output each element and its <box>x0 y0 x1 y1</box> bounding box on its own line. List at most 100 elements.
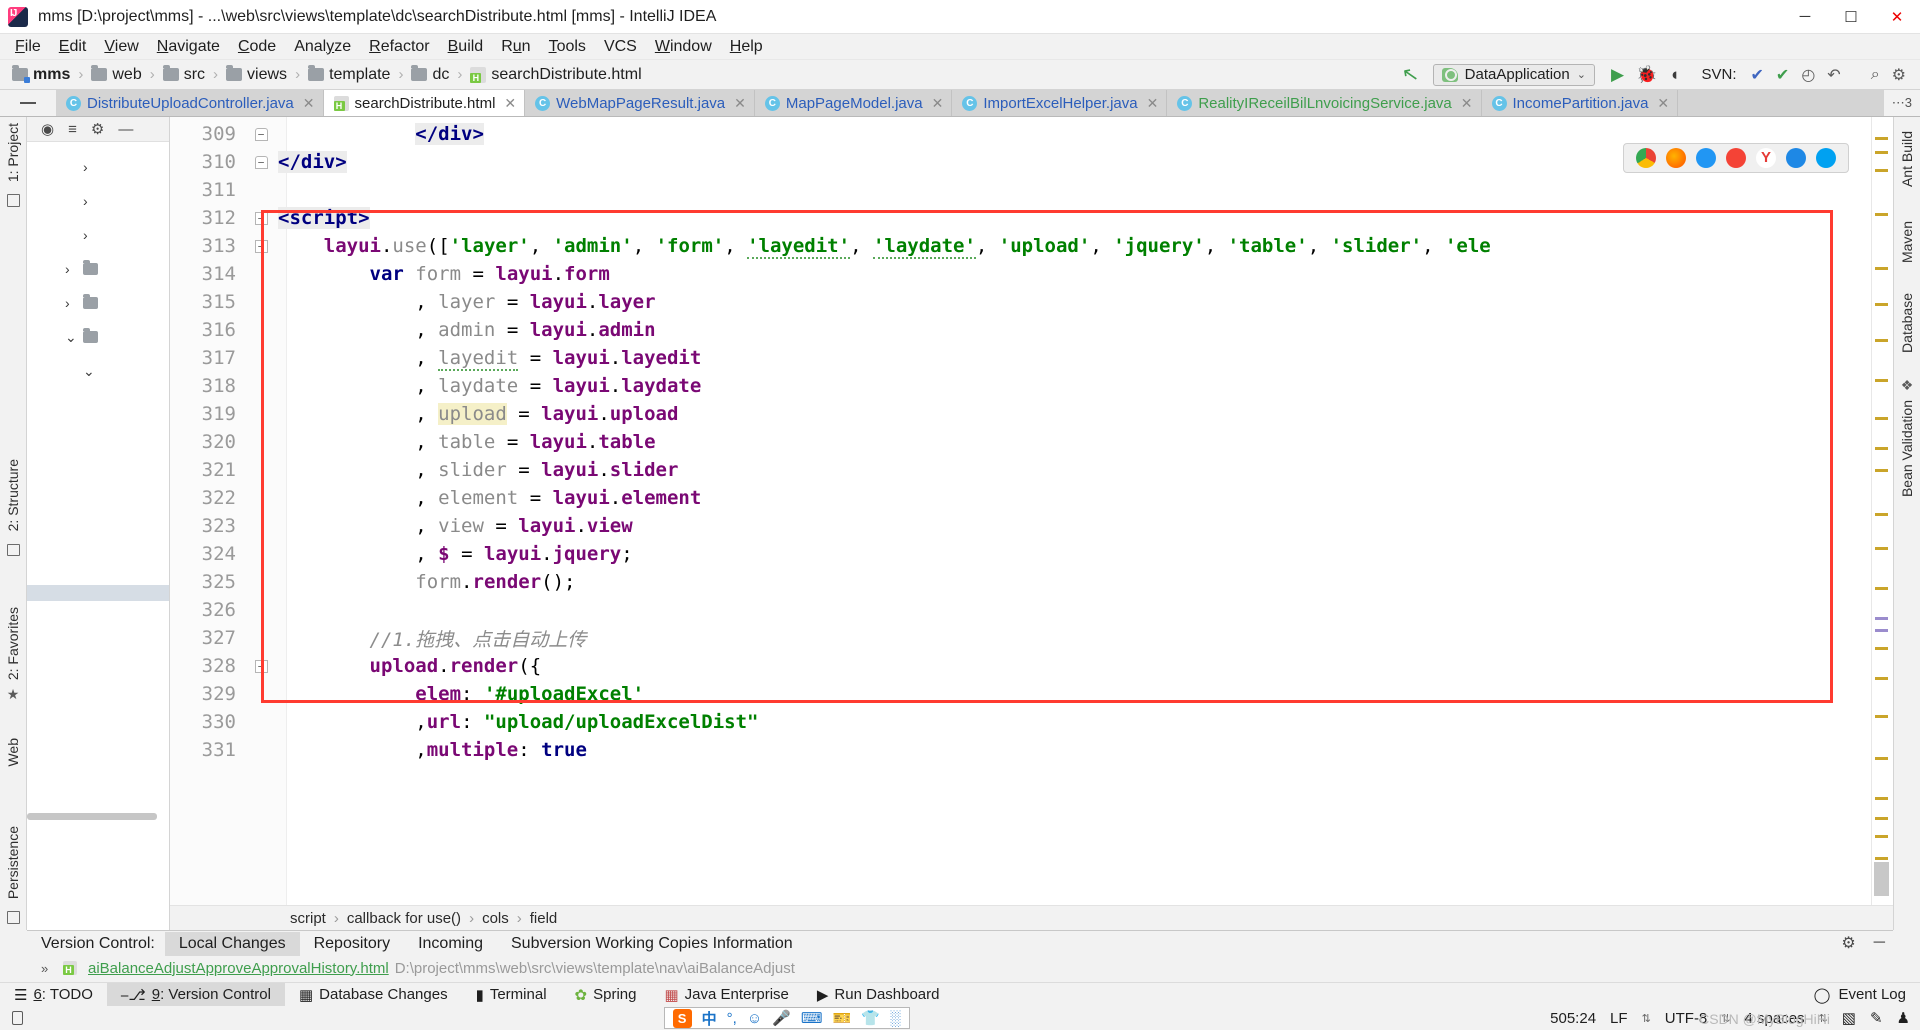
tab-MapPageModel[interactable]: C MapPageModel.java ✕ <box>754 90 953 116</box>
run-button[interactable]: ▶ <box>1611 65 1624 85</box>
breadcrumb-item-mms[interactable]: mms <box>12 65 70 84</box>
tool-window-version-control[interactable]: ⎯⎇ 9: Version Control <box>106 982 285 1007</box>
breadcrumb-callback[interactable]: callback for use() <box>347 910 461 927</box>
tab-searchDistribute[interactable]: searchDistribute.html ✕ <box>323 90 526 116</box>
code-editor[interactable]: 309− </div> 310− </div> 311 312− <script> 313−… <box>170 117 1893 930</box>
breadcrumb-item-file[interactable]: searchDistribute.html <box>470 66 642 84</box>
breadcrumb-item-web[interactable]: web <box>91 65 142 84</box>
sidebar-item-maven[interactable]: Maven <box>1899 215 1915 269</box>
tree-node[interactable]: › <box>27 184 169 218</box>
expand-icon[interactable]: » <box>41 961 48 976</box>
target-icon[interactable]: ◉ <box>41 120 54 138</box>
code-line[interactable]: 325 form.render(); <box>170 568 1893 596</box>
ie-icon[interactable] <box>1786 148 1806 168</box>
menu-build[interactable]: Build <box>439 36 493 58</box>
sidebar-item-database[interactable]: Database <box>1899 287 1915 359</box>
vcs-file-name[interactable]: aiBalanceAdjustApproveApprovalHistory.ht… <box>88 960 389 977</box>
menu-edit[interactable]: Edit <box>50 36 96 58</box>
history-icon[interactable]: ◴ <box>1801 65 1815 85</box>
ime-apps-icon[interactable]: ░ <box>890 1010 901 1027</box>
search-everywhere-icon[interactable]: ⌕ <box>1871 66 1880 84</box>
vcs-tab-local-changes[interactable]: Local Changes <box>164 932 300 956</box>
menu-vcs[interactable]: VCS <box>595 36 646 58</box>
run-configuration-selector[interactable]: DataApplication ⌄ <box>1432 63 1595 86</box>
close-icon[interactable]: ✕ <box>1147 95 1159 112</box>
fold-gutter[interactable]: − <box>244 239 278 253</box>
fold-handle-icon[interactable]: − <box>254 659 268 673</box>
breadcrumb-item-views[interactable]: views <box>226 65 287 84</box>
vcs-tab-subversion-working-copies[interactable]: Subversion Working Copies Information <box>497 932 807 956</box>
tree-node[interactable]: › <box>27 286 169 320</box>
code-line[interactable]: 320 , table = layui.table <box>170 428 1893 456</box>
lock-icon[interactable]: ▧ <box>1842 1009 1856 1027</box>
sidebar-item-project[interactable]: 1: Project <box>5 117 21 188</box>
code-line[interactable]: 323 , view = layui.view <box>170 512 1893 540</box>
code-line[interactable]: 318 , laydate = layui.laydate <box>170 372 1893 400</box>
code-line[interactable]: 311 <box>170 176 1893 204</box>
line-separator[interactable]: LF <box>1610 1010 1628 1027</box>
event-log-button[interactable]: ◯ Event Log <box>1814 986 1920 1004</box>
run-with-coverage-button[interactable]: ◖ <box>1669 65 1679 85</box>
breadcrumb-cols[interactable]: cols <box>482 910 509 927</box>
tool-window-terminal[interactable]: ▮ Terminal <box>462 983 561 1007</box>
close-icon[interactable]: ✕ <box>1657 95 1669 112</box>
code-line[interactable]: 317 , layedit = layui.layedit <box>170 344 1893 372</box>
fold-gutter[interactable]: − <box>244 127 278 141</box>
menu-tools[interactable]: Tools <box>540 36 595 58</box>
ime-keyboard-icon[interactable]: ⌨ <box>801 1009 823 1027</box>
ime-card-icon[interactable]: 🎫 <box>833 1009 852 1027</box>
code-line[interactable]: 322 , element = layui.element <box>170 484 1893 512</box>
fold-handle-icon[interactable]: − <box>254 155 268 169</box>
ime-toolbar[interactable]: S 中 °, ☺ 🎤 ⌨ 🎫 👕 ░ <box>663 1007 910 1029</box>
tree-node[interactable]: › <box>27 252 169 286</box>
ime-skin-icon[interactable]: 👕 <box>861 1009 880 1027</box>
gear-icon[interactable]: ⚙ <box>1841 933 1855 953</box>
gear-icon[interactable]: ⚙ <box>1892 65 1906 85</box>
fold-gutter[interactable]: − <box>244 211 278 225</box>
menu-code[interactable]: Code <box>229 36 285 58</box>
code-line[interactable]: 312 − <script> <box>170 204 1893 232</box>
menu-help[interactable]: Help <box>721 36 772 58</box>
sidebar-item-ant-build[interactable]: Ant Build <box>1899 125 1915 193</box>
menu-view[interactable]: View <box>95 36 147 58</box>
tab-overflow-button[interactable]: ⋯3 <box>1883 90 1920 116</box>
menu-analyze[interactable]: Analyze <box>285 36 360 58</box>
minimize-button[interactable]: ─ <box>1782 0 1828 34</box>
maximize-button[interactable]: ☐ <box>1828 0 1874 34</box>
hide-icon[interactable]: — <box>118 121 133 138</box>
code-line[interactable]: 314 var form = layui.form <box>170 260 1893 288</box>
caret-position[interactable]: 505:24 <box>1550 1010 1596 1027</box>
code-line[interactable]: 321 , slider = layui.slider <box>170 456 1893 484</box>
tool-window-spring[interactable]: ✿ Spring <box>561 983 651 1007</box>
rollback-icon[interactable]: ↶ <box>1827 65 1840 85</box>
fold-gutter[interactable]: − <box>244 155 278 169</box>
minimize-panel-icon[interactable]: ─ <box>1874 934 1885 952</box>
tool-window-database-changes[interactable]: ▦ Database Changes <box>285 983 462 1007</box>
fold-handle-icon[interactable]: − <box>254 211 268 225</box>
tree-node[interactable]: ⌄ <box>27 320 169 354</box>
back-arrow-icon[interactable]: ↖ <box>1400 61 1421 89</box>
svn-update-button[interactable]: ✔ <box>1751 65 1764 85</box>
fold-handle-icon[interactable]: − <box>254 239 268 253</box>
ime-chinese-icon[interactable]: 中 <box>702 1008 717 1029</box>
stepper-icon[interactable]: ⇅ <box>1642 1012 1651 1025</box>
gear-icon[interactable]: ⚙ <box>91 120 104 138</box>
vcs-tab-repository[interactable]: Repository <box>300 932 404 956</box>
sidebar-item-favorites[interactable]: 2: Favorites <box>5 601 21 686</box>
code-line[interactable]: 328 − upload.render({ <box>170 652 1893 680</box>
ime-punctuation-icon[interactable]: °, <box>727 1010 737 1027</box>
code-line[interactable]: 327 //1.拖拽、点击自动上传 <box>170 624 1893 652</box>
fold-gutter[interactable]: − <box>244 659 278 673</box>
breadcrumb-item-src[interactable]: src <box>162 65 205 84</box>
svn-commit-button[interactable]: ✔ <box>1776 65 1789 85</box>
yandex-icon[interactable]: Y <box>1756 148 1776 168</box>
tool-window-todo[interactable]: ☰ 6: TODO <box>0 983 107 1007</box>
close-icon[interactable]: ✕ <box>932 95 944 112</box>
close-icon[interactable]: ✕ <box>504 95 516 112</box>
menu-refactor[interactable]: Refactor <box>360 36 438 58</box>
hide-tool-window-button[interactable] <box>0 90 56 116</box>
code-line[interactable]: 331 ,multiple: true <box>170 736 1893 764</box>
close-button[interactable]: ✕ <box>1874 0 1920 34</box>
sidebar-item-structure[interactable]: 2: Structure <box>5 453 21 537</box>
ime-voice-icon[interactable]: 🎤 <box>772 1009 791 1027</box>
